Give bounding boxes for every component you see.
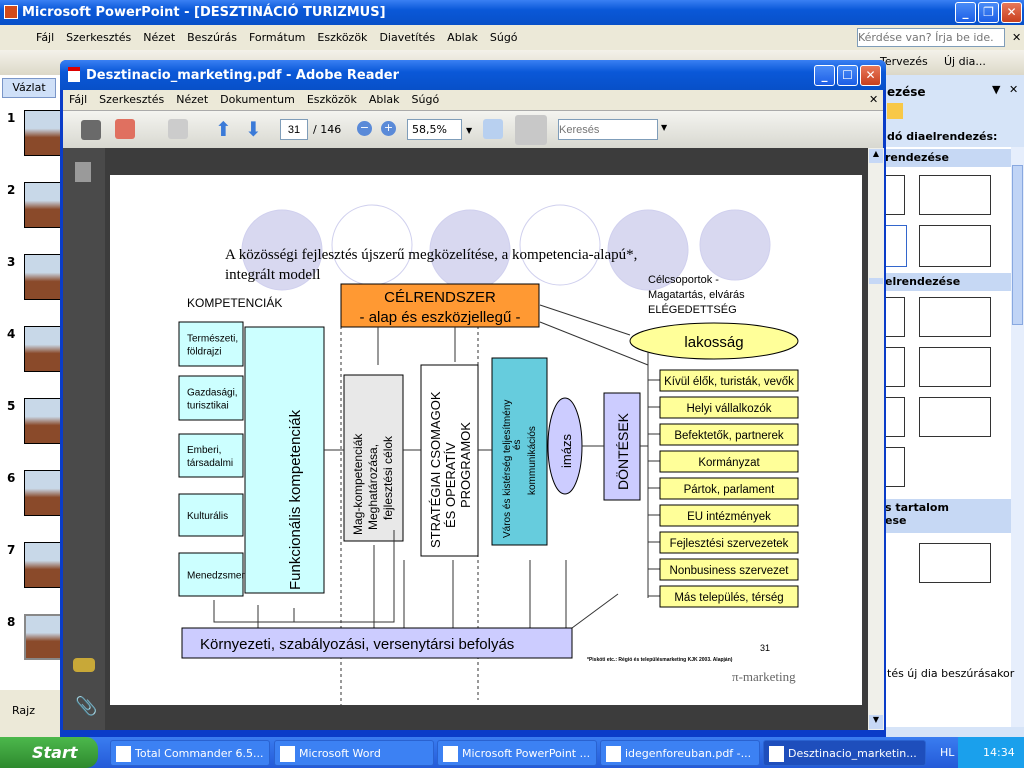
word-icon: [280, 746, 295, 762]
mag-line: fejlesztési célok: [381, 435, 395, 520]
powerpoint-icon: [443, 746, 458, 762]
target-group-label: Fejlesztési szervezetek: [670, 538, 789, 550]
slide-title-line1: A közösségi fejlesztés újszerű megközelí…: [225, 247, 637, 263]
arrow-line: [539, 304, 631, 336]
competence-label: Menedzsment: [187, 571, 250, 582]
footnote: *Piskóti etc.: Régió és településmarketi…: [587, 657, 733, 663]
competence-label: Természeti,: [187, 334, 238, 345]
mag-line: Meghatározása,: [366, 444, 380, 530]
strategiai-line: STRATÉGIAI CSOMAGOK: [428, 391, 443, 548]
decor-circle: [519, 204, 601, 286]
slide-title-line2: integrált modell: [225, 267, 320, 283]
task-label: Total Commander 6.5...: [135, 747, 264, 760]
target-group-label: Kívül élők, turisták, vevők: [664, 376, 794, 388]
slide-diagram: A közösségi fejlesztés újszerű megközelí…: [178, 204, 799, 705]
celrendszer-title: CÉLRENDSZER: [384, 289, 496, 306]
pdf-icon: [606, 746, 621, 762]
celcsoportok-line: Magatartás, elvárás: [648, 289, 745, 301]
varos-line: kommunikációs: [527, 426, 538, 495]
celrendszer-subtitle: - alap és eszközjellegű -: [360, 309, 521, 326]
target-group-label: Kormányzat: [698, 457, 760, 469]
competence-label: Emberi,: [187, 445, 221, 456]
target-group-label: Nonbusiness szervezet: [670, 565, 790, 577]
taskbar-item-desztinacio[interactable]: Desztinacio_marketin...: [763, 740, 926, 766]
funkcionalis-label: Funkcionális kompetenciák: [287, 409, 304, 590]
target-group-label: Helyi vállalkozók: [686, 403, 771, 415]
mag-line: Mag-kompetenciák: [351, 433, 365, 535]
competence-label: földrajzi: [187, 347, 221, 358]
kornyezeti-label: Környezeti, szabályozási, versenytársi b…: [200, 636, 514, 653]
target-group-label: Befektetők, partnerek: [674, 430, 784, 442]
varos-box: [491, 357, 548, 546]
strategiai-line: ÉS OPERATÍV: [443, 442, 458, 528]
celcsoportok-line: Célcsoportok -: [648, 274, 719, 286]
slide-page-number: 31: [760, 643, 770, 653]
arrow-line: [571, 593, 619, 629]
funkcionalis-box: [244, 326, 325, 594]
imazs-label: imázs: [559, 434, 574, 468]
varos-line: Város és kistérség teljesítmény: [502, 400, 513, 538]
varos-line: és: [512, 439, 523, 450]
language-indicator[interactable]: HL: [940, 746, 954, 759]
floppy-icon: [116, 746, 131, 762]
celcsoportok-line: ELÉGEDETTSÉG: [648, 303, 737, 316]
decor-circle: [699, 209, 771, 281]
target-group-label: Pártok, parlament: [684, 484, 776, 496]
taskbar-item-idegenforeuban[interactable]: idegenforeuban.pdf -...: [600, 740, 760, 766]
task-label: Microsoft PowerPoint ...: [462, 747, 591, 760]
dontesek-label: DÖNTÉSEK: [614, 412, 631, 490]
competence-label: turisztikai: [187, 401, 229, 412]
taskbar-item-total-commander[interactable]: Total Commander 6.5...: [110, 740, 270, 766]
taskbar-item-word[interactable]: Microsoft Word: [274, 740, 434, 766]
strategiai-line: PROGRAMOK: [458, 422, 473, 508]
decor-circle: [331, 204, 413, 286]
competence-label: Kulturális: [187, 511, 228, 522]
competence-label: Gazdasági,: [187, 388, 238, 399]
start-button[interactable]: Start: [0, 737, 98, 768]
taskbar-item-powerpoint[interactable]: Microsoft PowerPoint ...: [437, 740, 597, 766]
pi-marketing-logo: π-marketing: [732, 669, 796, 684]
clock: 14:34: [983, 746, 1015, 759]
lakossag-label: lakosság: [684, 334, 743, 351]
competence-label: társadalmi: [187, 458, 233, 469]
target-group-label: EU intézmények: [687, 511, 771, 523]
task-label: idegenforeuban.pdf -...: [625, 747, 752, 760]
target-group-label: Más település, térség: [674, 592, 783, 604]
pdf-icon: [769, 746, 784, 762]
task-label: Desztinacio_marketin...: [788, 747, 917, 760]
kompetenciak-label: KOMPETENCIÁK: [187, 295, 282, 310]
task-label: Microsoft Word: [299, 747, 381, 760]
